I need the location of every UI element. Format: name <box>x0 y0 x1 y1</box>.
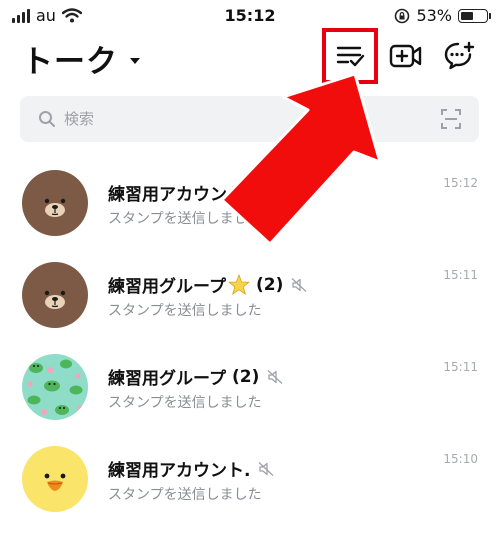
rotation-lock-icon <box>395 8 410 23</box>
bear-face-icon <box>22 262 88 328</box>
chat-name-text: 練習用アカウント. <box>108 185 251 205</box>
chat-name: 練習用グループ (2) <box>108 272 307 297</box>
video-call-button[interactable] <box>388 38 424 74</box>
chat-time: 15:10 <box>443 452 478 466</box>
status-bar-right: 53% <box>394 6 491 25</box>
page-title[interactable]: トーク <box>22 36 140 81</box>
chat-list-item[interactable]: 練習用グループ (2) スタンプを送信しました 15:11 <box>0 258 500 350</box>
chat-time: 15:11 <box>443 360 478 374</box>
avatar-brown-bear <box>22 262 88 328</box>
star-icon <box>227 273 250 295</box>
avatar-brown-bear <box>22 170 88 236</box>
chat-name: 練習用グループ (2) <box>108 364 283 389</box>
chat-preview: スタンプを送信しました <box>108 303 262 319</box>
member-count: (2) <box>231 366 260 387</box>
chat-list-item[interactable]: 練習用グループ (2) スタンプを送信しました 15:11 <box>0 350 500 442</box>
avatar-chick <box>22 446 88 512</box>
scan-icon[interactable] <box>441 109 461 129</box>
chat-preview: スタンプを送信しました <box>108 211 262 227</box>
search-icon <box>39 111 55 127</box>
page-title-label: トーク <box>22 44 118 80</box>
add-chat-button[interactable] <box>442 38 478 74</box>
add-chat-icon <box>444 41 475 70</box>
chat-list-item[interactable]: 練習用アカウント. スタンプを送信しました 15:12 <box>0 166 500 258</box>
battery-icon <box>458 8 491 23</box>
mute-icon <box>259 461 274 476</box>
bear-face-icon <box>22 170 88 236</box>
chat-name: 練習用アカウント. <box>108 456 274 481</box>
avatar-frog-pattern <box>22 354 88 420</box>
mute-icon <box>267 369 283 384</box>
chat-name-text: 練習用グループ <box>108 277 226 297</box>
chat-list-item[interactable]: 練習用アカウント. スタンプを送信しました 15:10 <box>0 442 500 534</box>
chat-time: 15:11 <box>443 268 478 282</box>
frog-pattern-icon <box>22 354 88 420</box>
chat-name: 練習用アカウント. <box>108 180 250 205</box>
mute-icon <box>291 277 307 292</box>
chevron-down-icon <box>130 57 140 64</box>
battery-fill <box>461 11 473 20</box>
status-bar: au 15:12 53% <box>0 0 500 30</box>
search-input[interactable] <box>64 96 424 142</box>
chat-time: 15:12 <box>443 176 478 190</box>
chat-name-text: 練習用アカウント. <box>108 461 251 481</box>
search-bar[interactable] <box>20 96 479 142</box>
chat-preview: スタンプを送信しました <box>108 487 262 503</box>
chat-preview: スタンプを送信しました <box>108 395 262 411</box>
chat-list: 練習用アカウント. スタンプを送信しました 15:12 練習用グループ (2) <box>0 166 500 534</box>
highlight-box <box>322 28 378 84</box>
video-call-icon <box>389 44 422 68</box>
chick-face-icon <box>22 446 88 512</box>
chat-name-text: 練習用グループ <box>108 369 226 389</box>
member-count: (2) <box>255 274 284 295</box>
battery-percent: 53% <box>416 6 452 25</box>
